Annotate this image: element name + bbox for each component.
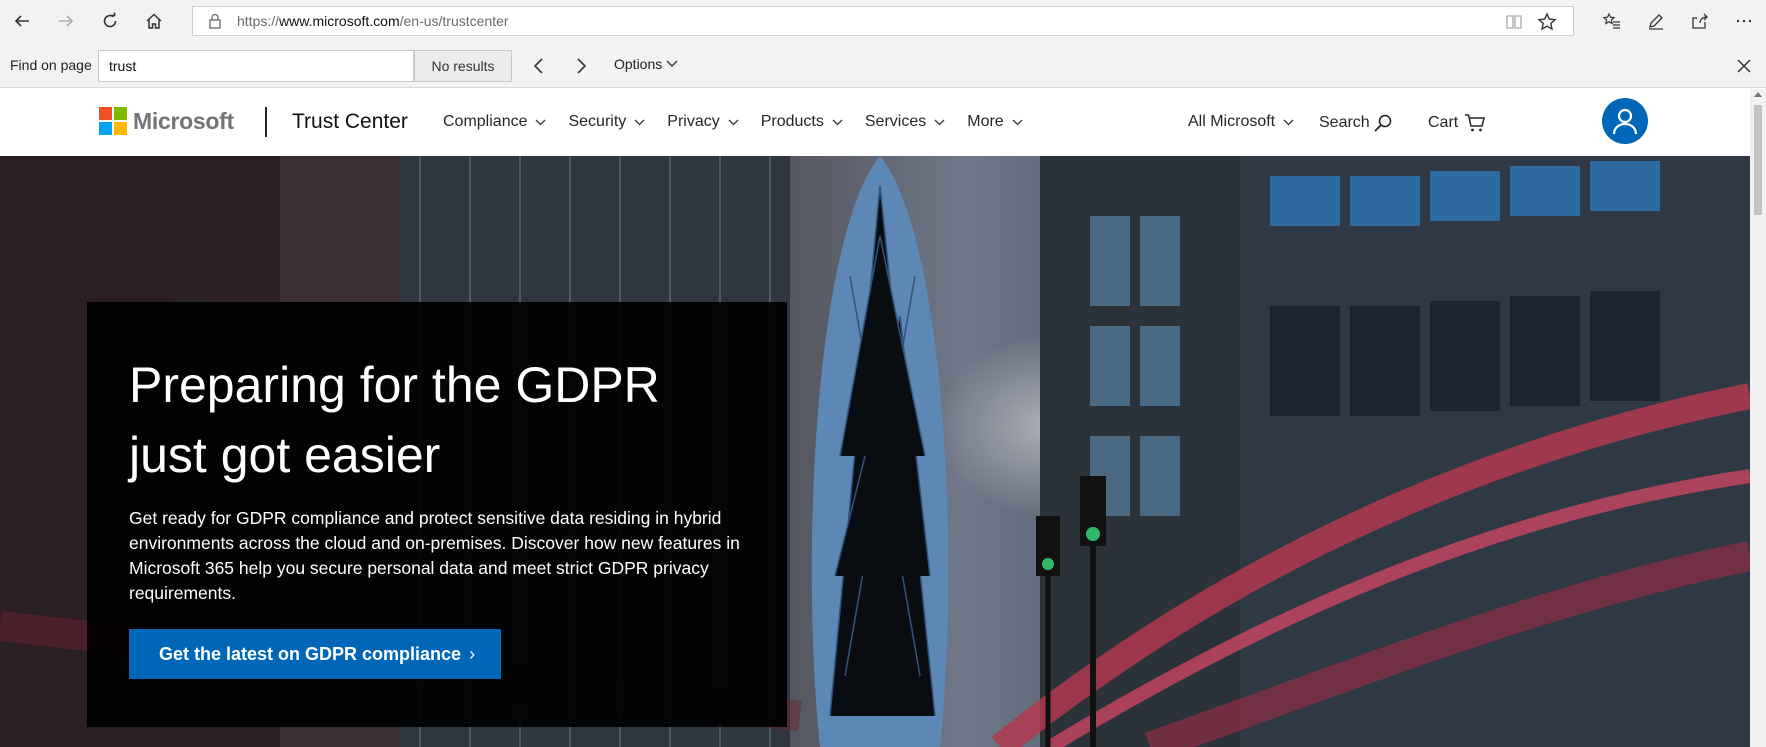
address-bar[interactable]: https://www.microsoft.com/en-us/trustcen… xyxy=(192,6,1574,36)
find-bar: Find on page No results Options xyxy=(0,42,1766,88)
chevron-left-icon xyxy=(533,58,543,74)
chevron-down-icon xyxy=(832,119,843,125)
pen-icon xyxy=(1649,14,1663,30)
more-icon xyxy=(1736,19,1752,23)
find-label: Find on page xyxy=(10,57,92,73)
chevron-down-icon xyxy=(1012,119,1023,125)
search-button[interactable]: Search xyxy=(1319,113,1393,133)
chevron-down-icon xyxy=(536,119,546,125)
find-next-button[interactable] xyxy=(568,53,594,79)
hero-description: Get ready for GDPR compliance and protec… xyxy=(129,508,740,603)
find-results: No results xyxy=(414,50,512,82)
back-icon xyxy=(14,15,29,27)
home-button[interactable] xyxy=(132,0,176,42)
chevron-down-icon xyxy=(666,60,678,67)
pen-button[interactable] xyxy=(1634,0,1678,42)
more-button[interactable] xyxy=(1722,0,1766,42)
brand-name: Microsoft xyxy=(133,107,234,134)
microsoft-logo-icon xyxy=(99,107,127,135)
chevron-down-icon xyxy=(728,119,739,125)
share-button[interactable] xyxy=(1678,0,1722,42)
hero-panel: Preparing for the GDPR just got easier G… xyxy=(87,302,787,727)
nav-compliance[interactable]: Compliance xyxy=(443,113,546,131)
nav-privacy[interactable]: Privacy xyxy=(667,113,739,131)
chevron-right-icon xyxy=(577,58,587,74)
nav-services[interactable]: Services xyxy=(865,113,945,131)
scroll-thumb[interactable] xyxy=(1754,105,1762,215)
browser-tools xyxy=(1590,0,1766,42)
cart-button[interactable]: Cart xyxy=(1428,113,1486,133)
chevron-right-icon: › xyxy=(469,643,476,664)
share-icon xyxy=(1692,13,1708,29)
nav-products[interactable]: Products xyxy=(761,113,843,131)
nav-more[interactable]: More xyxy=(967,113,1023,131)
chevron-down-icon xyxy=(934,119,945,125)
account-button[interactable] xyxy=(1602,98,1648,144)
find-input[interactable] xyxy=(98,50,414,82)
chevron-down-icon xyxy=(1283,119,1294,125)
hero-title: Preparing for the GDPR just got easier xyxy=(129,357,660,483)
chevron-down-icon xyxy=(634,119,645,125)
reading-view-icon[interactable] xyxy=(1505,13,1523,31)
find-previous-button[interactable] xyxy=(526,53,552,79)
hero-banner: Preparing for the GDPR just got easier G… xyxy=(0,156,1750,747)
cart-icon xyxy=(1465,114,1486,132)
back-button[interactable] xyxy=(0,0,44,42)
site-title[interactable]: Trust Center xyxy=(292,110,408,134)
find-options-label: Options xyxy=(614,56,663,72)
microsoft-logo[interactable]: Microsoft xyxy=(99,107,234,135)
close-icon xyxy=(1737,59,1751,73)
site-header: Microsoft Trust Center Compliance Securi… xyxy=(0,89,1750,156)
find-options-button[interactable]: Options xyxy=(614,56,678,72)
favorites-hub-icon xyxy=(1603,12,1620,29)
gdpr-compliance-button[interactable]: Get the latest on GDPR compliance › xyxy=(129,629,501,679)
favorites-hub-button[interactable] xyxy=(1590,0,1634,42)
scroll-up-arrow[interactable] xyxy=(1754,92,1762,97)
home-icon xyxy=(146,13,162,29)
search-icon xyxy=(1374,114,1392,132)
favorite-star-icon[interactable] xyxy=(1537,12,1557,32)
refresh-icon xyxy=(103,12,117,28)
page-scrollbar[interactable] xyxy=(1750,89,1766,747)
header-divider xyxy=(265,107,267,137)
nav-security[interactable]: Security xyxy=(568,113,645,131)
refresh-button[interactable] xyxy=(88,0,132,42)
address-url: https://www.microsoft.com/en-us/trustcen… xyxy=(237,13,509,29)
lock-icon xyxy=(209,13,221,29)
find-close-button[interactable] xyxy=(1734,56,1754,76)
user-icon xyxy=(1612,108,1638,135)
forward-icon xyxy=(59,15,74,27)
hero-cta-label: Get the latest on GDPR compliance xyxy=(159,643,462,664)
browser-toolbar: https://www.microsoft.com/en-us/trustcen… xyxy=(0,0,1766,42)
all-microsoft-menu[interactable]: All Microsoft xyxy=(1188,113,1294,131)
forward-button[interactable] xyxy=(44,0,88,42)
main-nav: Compliance Security Privacy Products Ser… xyxy=(443,113,1045,131)
